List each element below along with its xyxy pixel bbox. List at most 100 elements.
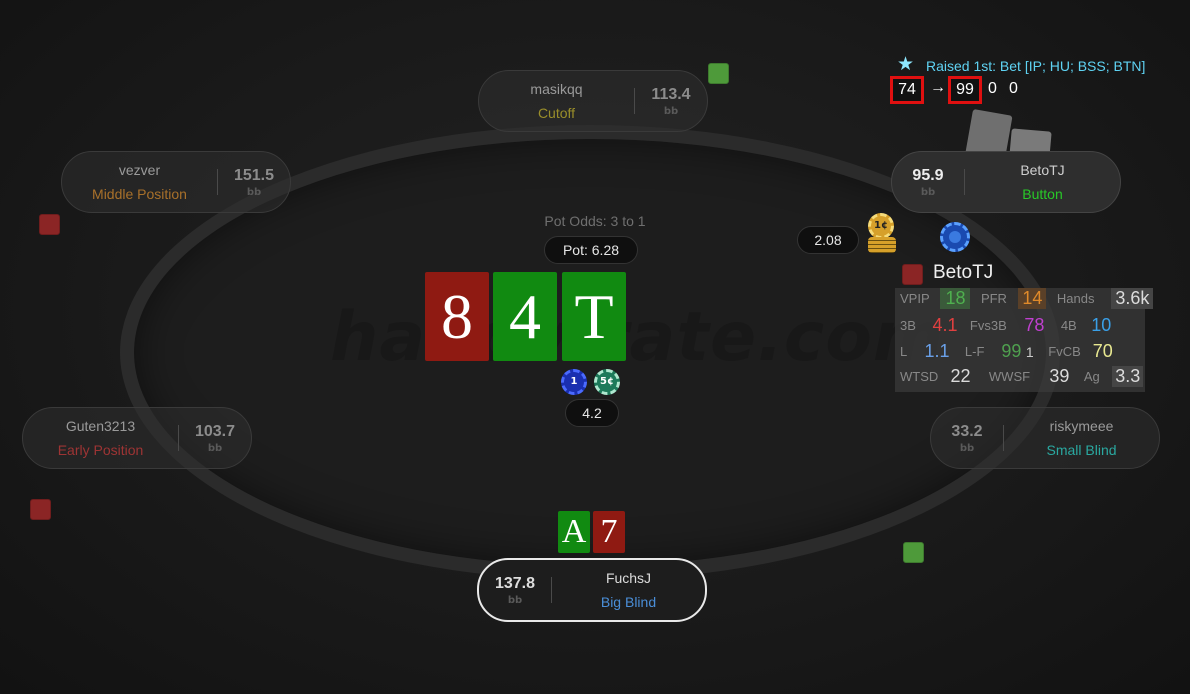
chip-stack-icon: 5¢ xyxy=(594,369,620,395)
pot-total: Pot: 6.28 xyxy=(544,236,638,264)
hud-stat-extra: 1 xyxy=(1025,343,1034,360)
center-bet-amount: 4.2 xyxy=(565,399,619,427)
position-label: Button xyxy=(1022,186,1063,202)
hud-stat-value: 1.1 xyxy=(924,341,950,361)
hud-row: L 1.1 L-F 99 1 FvCB 70 xyxy=(900,341,1113,367)
stack-unit: bb xyxy=(207,442,223,454)
position-label: Big Blind xyxy=(600,594,657,610)
bet-tracker-count: 0 xyxy=(1009,80,1018,97)
hud-stat-label: WTSD xyxy=(900,369,939,384)
chip-label: 1¢ xyxy=(874,220,888,231)
player-name: masikqq xyxy=(530,81,583,97)
hud-stat-value: 99 xyxy=(1001,341,1022,361)
player-name: riskymeee xyxy=(1049,418,1114,434)
star-icon: ★ xyxy=(897,53,915,75)
player-note-marker[interactable] xyxy=(30,499,51,520)
seat-middle-position[interactable]: vezver Middle Position 151.5 bb xyxy=(61,151,291,213)
seat-info: FuchsJ Big Blind xyxy=(552,570,705,610)
poker-table-view: handvirate.com masikqq Cutoff 113.4 bb v… xyxy=(0,0,1190,694)
hud-stat-label: 4B xyxy=(1060,318,1077,333)
seat-early-position[interactable]: Guten3213 Early Position 103.7 bb xyxy=(22,407,252,469)
hud-row: WTSD 22 WWSF 39 Ag 3.3 xyxy=(900,366,1144,392)
seat-small-blind[interactable]: 33.2 bb riskymeee Small Blind xyxy=(930,407,1160,469)
bet-tracker-count: 0 xyxy=(988,80,997,97)
dealer-button-center xyxy=(949,231,961,243)
player-name: BetoTJ xyxy=(1020,162,1065,178)
board-card: 4 xyxy=(493,272,557,361)
hud-stat-value: 14 xyxy=(1018,288,1047,309)
seat-cutoff[interactable]: masikqq Cutoff 113.4 bb xyxy=(478,70,708,132)
seat-big-blind-hero[interactable]: 137.8 bb FuchsJ Big Blind xyxy=(477,558,707,622)
hud-stat-label: Ag xyxy=(1083,369,1100,384)
player-note-marker[interactable] xyxy=(708,63,729,84)
stack-size: 151.5 xyxy=(233,166,275,184)
hud-stat-label: 3B xyxy=(900,318,916,333)
hud-row: 3B 4.1 Fvs3B 78 4B 10 xyxy=(900,315,1111,341)
board-card: T xyxy=(562,272,626,361)
hud-stat-label: WWSF xyxy=(988,369,1031,384)
stack-size: 113.4 xyxy=(651,85,691,103)
bet-tracker-to: 99 xyxy=(948,76,982,104)
hero-card: A xyxy=(558,511,590,553)
hud-stat-label: Fvs3B xyxy=(969,318,1007,333)
player-name: FuchsJ xyxy=(605,570,652,586)
seat-info: Guten3213 Early Position xyxy=(23,418,178,458)
hud-stat-label: L xyxy=(900,344,908,359)
stack-size: 95.9 xyxy=(912,166,944,184)
position-label: Small Blind xyxy=(1046,442,1117,458)
player-note-marker[interactable] xyxy=(39,214,60,235)
hud-stat-label: PFR xyxy=(980,291,1007,306)
hud-stat-value: 4.1 xyxy=(932,315,958,335)
chip-stack-icon: 1 xyxy=(561,369,587,395)
hud-player-name[interactable]: BetoTJ xyxy=(933,262,993,284)
dealer-button-icon xyxy=(940,222,970,252)
stack-box: 137.8 bb xyxy=(479,574,552,606)
player-note-marker[interactable] xyxy=(903,542,924,563)
stack-box: 113.4 bb xyxy=(634,85,707,117)
seat-info: vezver Middle Position xyxy=(62,162,217,202)
position-label: Cutoff xyxy=(537,105,576,121)
bet-tracker-arrow: → xyxy=(930,79,946,96)
hud-stat-value: 10 xyxy=(1091,315,1112,335)
stack-unit: bb xyxy=(959,442,975,454)
seat-info: riskymeee Small Blind xyxy=(1004,418,1159,458)
stack-unit: bb xyxy=(246,186,262,198)
hud-stat-label: L-F xyxy=(964,344,985,359)
player-name: vezver xyxy=(118,162,161,178)
hud-stat-label: VPIP xyxy=(900,291,930,306)
position-label: Middle Position xyxy=(92,186,187,202)
stack-unit: bb xyxy=(507,594,523,606)
stack-size: 137.8 xyxy=(494,574,536,592)
stack-size: 103.7 xyxy=(194,422,236,440)
hud-stat-value: 18 xyxy=(940,288,971,309)
seat-info: BetoTJ Button xyxy=(965,162,1120,202)
stack-unit: bb xyxy=(920,186,936,198)
bet-tracker-from: 74 xyxy=(890,76,924,104)
hero-card: 7 xyxy=(593,511,625,553)
seat-button[interactable]: 95.9 bb BetoTJ Button xyxy=(891,151,1121,213)
stack-unit: bb xyxy=(663,105,679,117)
board-card: 8 xyxy=(425,272,489,361)
hud-stat-value: 39 xyxy=(1049,366,1070,386)
button-bet-amount: 2.08 xyxy=(797,226,859,254)
stack-size: 33.2 xyxy=(951,422,983,440)
chip-stack-icon: 1¢ xyxy=(868,213,894,239)
stack-box: 103.7 bb xyxy=(178,422,251,454)
chip-stack-icon xyxy=(868,237,896,253)
stack-box: 151.5 bb xyxy=(217,166,290,198)
pot-odds-label: Pot Odds: 3 to 1 xyxy=(544,213,646,229)
hud-stat-value: 78 xyxy=(1024,315,1045,335)
bet-tracker-title: Raised 1st: Bet [IP; HU; BSS; BTN] xyxy=(926,58,1146,74)
hud-color-tag[interactable] xyxy=(902,264,923,285)
hud-stat-label: Hands xyxy=(1056,291,1095,306)
hud-stat-value: 70 xyxy=(1092,341,1113,361)
stack-box: 33.2 bb xyxy=(931,422,1004,454)
stack-box: 95.9 bb xyxy=(892,166,965,198)
chip-label: 5¢ xyxy=(600,376,614,387)
hud-stat-value: 3.3 xyxy=(1112,366,1144,387)
hud-stat-label: FvCB xyxy=(1048,344,1081,359)
hud-stat-value: 3.6k xyxy=(1111,288,1154,309)
position-label: Early Position xyxy=(57,442,144,458)
player-name: Guten3213 xyxy=(65,418,136,434)
hud-stat-value: 22 xyxy=(950,366,971,386)
